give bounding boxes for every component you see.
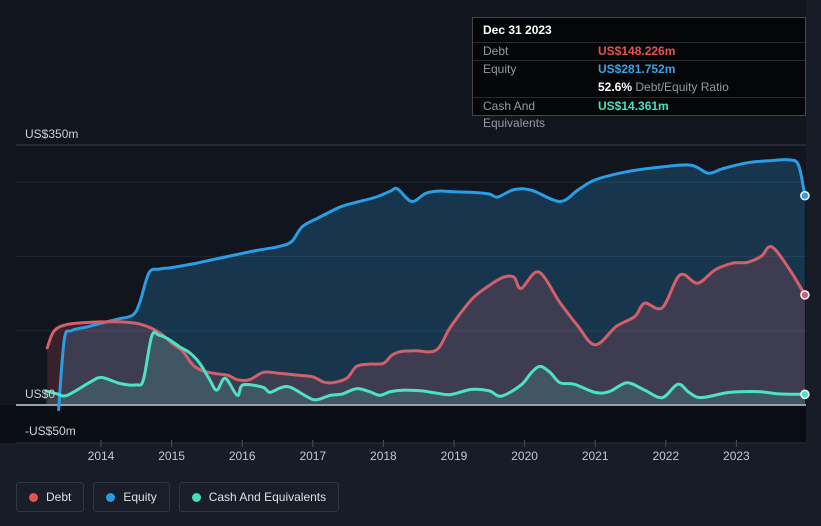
tooltip-ratio-value: 52.6% Debt/Equity Ratio: [598, 80, 729, 94]
y-axis-label-0: US$0: [25, 387, 56, 401]
legend: Debt Equity Cash And Equivalents: [16, 482, 340, 512]
legend-item-cash-and-equivalents[interactable]: Cash And Equivalents: [178, 482, 340, 512]
legend-item-label: Debt: [46, 490, 72, 504]
x-axis-label-2018: 2018: [370, 449, 397, 463]
legend-dot-icon: [106, 492, 116, 502]
tooltip-row-cash: Cash And Equivalents US$14.361m: [473, 98, 805, 130]
legend-dot-icon: [29, 492, 38, 502]
tooltip-debt-label: Debt: [483, 44, 509, 58]
tooltip-date: Dec 31 2023: [473, 18, 805, 43]
tooltip-debt-value: US$148.226m: [598, 44, 676, 58]
x-axis-label-2021: 2021: [581, 449, 609, 463]
x-axis-label-2017: 2017: [299, 449, 327, 463]
tooltip-equity-value: US$281.752m: [598, 62, 676, 76]
x-axis-label-2016: 2016: [228, 449, 256, 463]
y-axis-label-350: US$350m: [25, 127, 79, 141]
x-axis-label-2014: 2014: [87, 449, 115, 463]
tooltip-row-equity: Equity US$281.752m: [473, 61, 805, 78]
end-dot-equity: [800, 190, 810, 201]
legend-item-equity[interactable]: Equity: [93, 482, 170, 512]
tooltip-row-ratio: 52.6% Debt/Equity Ratio: [473, 78, 805, 98]
x-axis-label-2023: 2023: [723, 449, 750, 463]
legend-item-label: Cash And Equivalents: [208, 490, 327, 504]
negative-band: [0, 405, 806, 443]
legend-item-label: Equity: [123, 490, 157, 504]
tooltip-row-debt: Debt US$148.226m: [473, 43, 805, 61]
x-axis-label-2020: 2020: [511, 449, 538, 463]
tooltip: Dec 31 2023 Debt US$148.226m Equity US$2…: [472, 17, 806, 130]
tooltip-cash-value: US$14.361m: [598, 99, 669, 113]
x-axis-label-2022: 2022: [652, 449, 680, 463]
end-dot-cash-and-equivalents: [800, 389, 810, 400]
tooltip-equity-label: Equity: [483, 62, 517, 76]
legend-dot-icon: [191, 492, 201, 502]
y-axis-label--50: -US$50m: [25, 424, 76, 439]
end-dot-debt: [800, 290, 810, 300]
legend-item-debt[interactable]: Debt: [16, 482, 85, 512]
tooltip-cash-label: Cash And Equivalents: [483, 99, 546, 130]
chart-canvas[interactable]: US$350m US$0 -US$50m 2014 2015 2016 2017 2018 2…: [0, 0, 821, 526]
x-axis-label-2019: 2019: [440, 449, 468, 463]
x-axis-label-2015: 2015: [158, 449, 185, 463]
